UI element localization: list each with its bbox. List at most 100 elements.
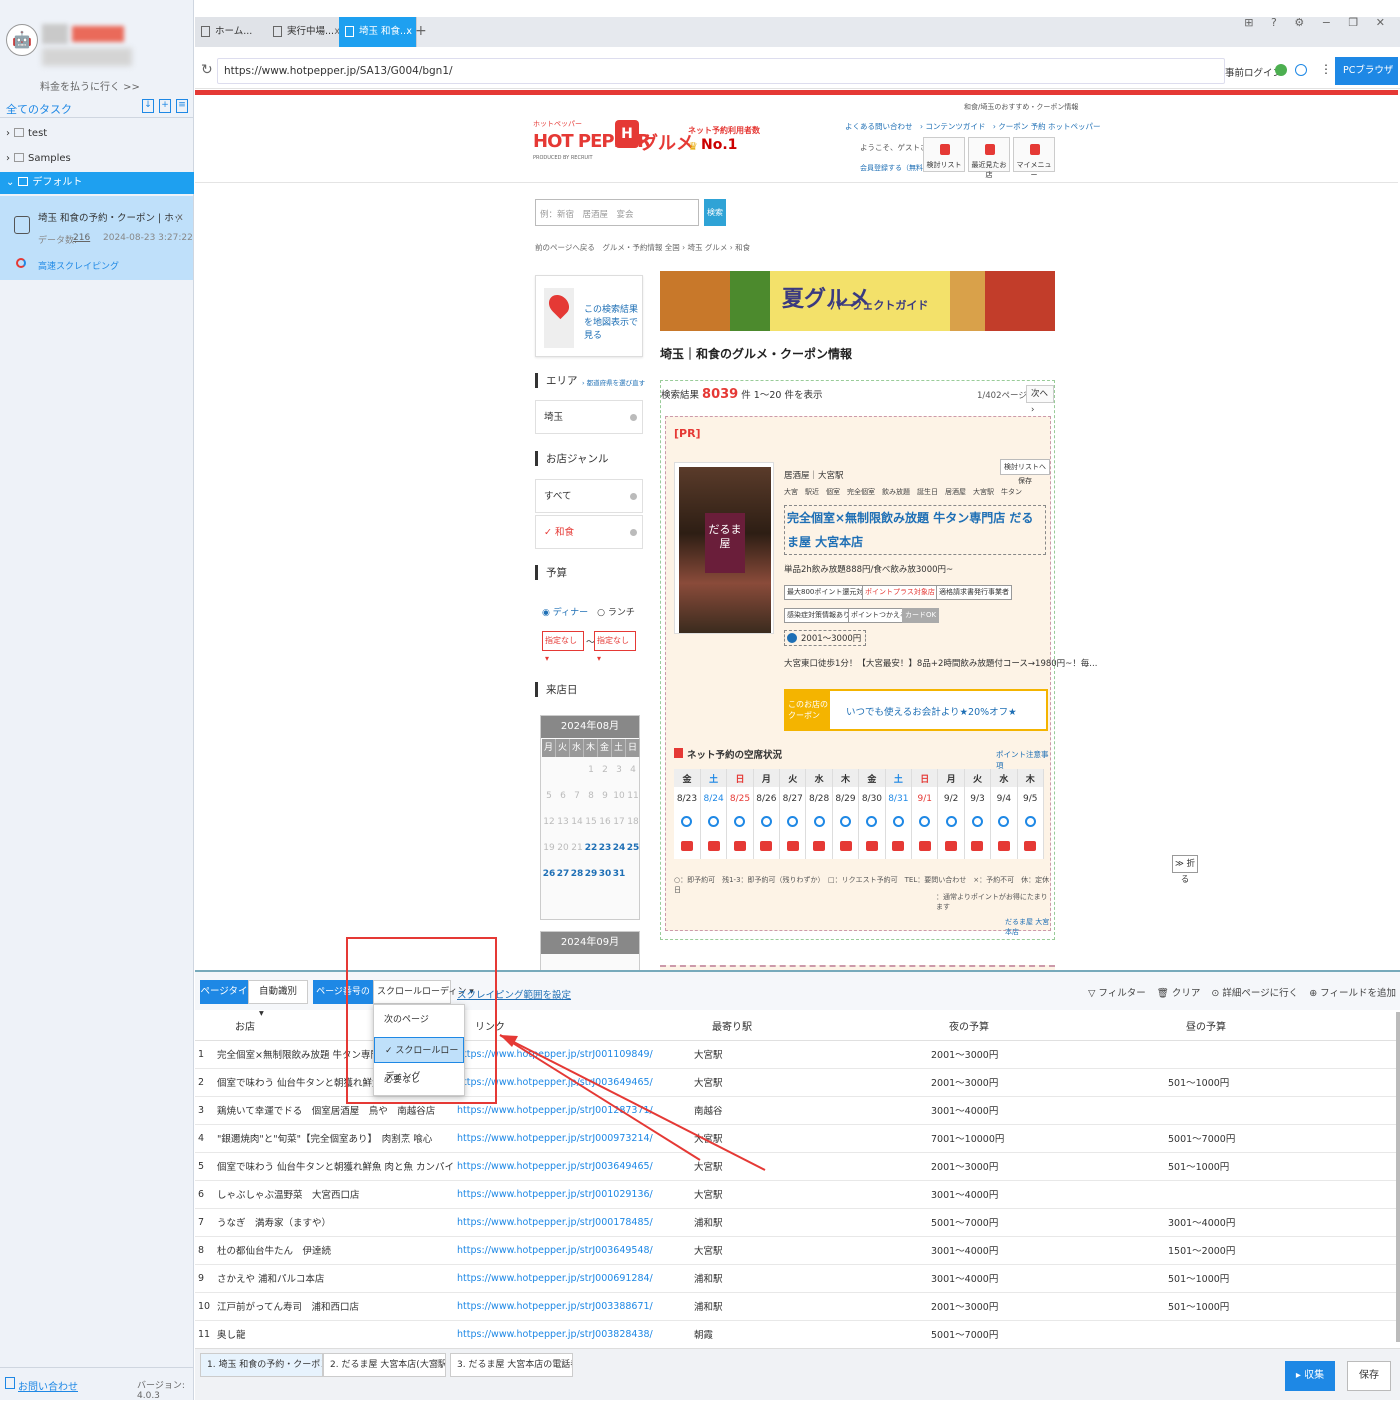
table-cell[interactable]: 浦和駅 — [690, 1208, 927, 1237]
availability-cell[interactable] — [753, 811, 781, 835]
table-cell[interactable]: https://www.hotpepper.jp/strJ000973214/ — [453, 1124, 690, 1153]
new-tab-button[interactable]: + — [415, 23, 427, 39]
availability-cell[interactable] — [1017, 811, 1045, 835]
close-icon[interactable]: x — [177, 212, 183, 223]
point-note-link[interactable]: ポイント注意事項 — [996, 749, 1050, 771]
availability-table[interactable]: 金土日月火水木金土日月火水木 8/23 8/24 8/25 8/26 8/27 8/28 8… — [674, 769, 1045, 859]
table-cell[interactable]: 南越谷 — [690, 1096, 927, 1125]
calendar-day[interactable]: 30 — [598, 861, 612, 887]
table-cell[interactable]: 3001～4000円 — [927, 1264, 1164, 1293]
table-cell[interactable]: 大宮駅 — [690, 1040, 927, 1069]
calendar-day[interactable]: 9 — [598, 783, 612, 809]
fold-button[interactable]: ≫ 折る — [1172, 855, 1198, 885]
tab-home[interactable]: ホーム... — [195, 17, 273, 47]
calendar-day[interactable]: 2 — [598, 757, 612, 783]
table-cell[interactable]: 個室で味わう 仙台牛タンと朝獲れ鮮魚 肉と魚 カンパイ酒場大宮東口店 — [213, 1152, 453, 1181]
calendar-day[interactable]: 10 — [612, 783, 626, 809]
calendar-day[interactable]: 23 — [598, 835, 612, 861]
table-cell[interactable]: 大宮駅 — [690, 1152, 927, 1181]
reload-icon[interactable]: ↻ — [201, 62, 213, 78]
pr-shop-card[interactable]: [PR] だるま屋 居酒屋｜大宮駅 検討リストへ保存 大宮 駅近 個室 完全個室… — [665, 416, 1097, 936]
grid-column-header[interactable]: 夜の予算 — [927, 1012, 1164, 1041]
area-saitama[interactable]: 埼玉 — [535, 400, 643, 434]
calendar-day[interactable]: 16 — [598, 809, 612, 835]
calendar-day[interactable]: 15 — [584, 809, 598, 835]
pay-link[interactable]: 料金を払うに行く >> — [40, 78, 160, 93]
genre-all[interactable]: すべて — [535, 479, 643, 513]
table-cell[interactable] — [1164, 1096, 1400, 1125]
go-detail-button[interactable]: ⊙ 詳細ページに行く — [1211, 988, 1298, 999]
table-row[interactable]: 9 さかえや 浦和パルコ本店 https://www.hotpepper.jp/st… — [195, 1264, 1400, 1293]
table-cell[interactable]: 3001～4000円 — [927, 1096, 1164, 1125]
data-tab-3[interactable]: 3. だるま屋 大宮本店の電話番号|...ⓧ — [450, 1353, 573, 1377]
availability-cell[interactable] — [700, 811, 728, 835]
calendar-day[interactable]: 6 — [556, 783, 570, 809]
map-view-box[interactable]: この検索結果を地図表示で見る — [535, 275, 643, 357]
table-cell[interactable] — [1164, 1320, 1400, 1349]
remove-icon[interactable] — [630, 493, 637, 500]
table-row[interactable]: 5個室で味わう 仙台牛タンと朝獲れ鮮魚 肉と魚 カンパイ酒場大宮東口店https… — [195, 1152, 1400, 1181]
recent-shops-button[interactable]: 最近見たお店 — [968, 137, 1010, 179]
table-cell[interactable]: 3001～4000円 — [1164, 1208, 1400, 1237]
grid-scrollbar[interactable] — [1396, 1012, 1400, 1342]
table-cell[interactable]: 501～1000円 — [1164, 1264, 1400, 1293]
calendar-day[interactable]: 21 — [570, 835, 584, 861]
availability-cell[interactable] — [832, 811, 860, 835]
tab-running[interactable]: 実行中場... x — [267, 17, 345, 47]
register-link[interactable]: 会員登録する（無料） — [860, 163, 930, 173]
map-view-link[interactable]: この検索結果を地図表示で見る — [584, 304, 640, 343]
close-icon[interactable]: x — [406, 17, 412, 47]
calendar-day[interactable]: 13 — [556, 809, 570, 835]
calendar-day[interactable]: 3 — [612, 757, 626, 783]
data-count[interactable]: 216 — [73, 233, 90, 243]
scrape-mode[interactable]: 高速スクレイピング — [38, 259, 119, 272]
add-field-button[interactable]: ⊕ フィールドを追加 — [1309, 988, 1396, 999]
table-cell[interactable]: 7001～10000円 — [927, 1124, 1164, 1153]
all-tasks-link[interactable]: 全てのタスク — [6, 101, 72, 117]
table-cell[interactable]: 2001～3000円 — [927, 1152, 1164, 1181]
availability-cell[interactable] — [964, 811, 992, 835]
table-cell[interactable]: https://www.hotpepper.jp/strJ000691284/ — [453, 1264, 690, 1293]
table-cell[interactable]: https://www.hotpepper.jp/strJ003828438/ — [453, 1320, 690, 1349]
table-cell[interactable]: 501～1000円 — [1164, 1292, 1400, 1321]
close-icon[interactable]: ⓧ — [432, 1354, 441, 1376]
dinner-radio[interactable]: ◉ ディナー — [542, 608, 588, 618]
calendar-day[interactable]: 29 — [584, 861, 598, 887]
table-cell[interactable]: 501～1000円 — [1164, 1152, 1400, 1181]
page-type-select[interactable]: 自動識別 ▾ — [248, 980, 308, 1019]
table-row[interactable]: 8 杜の都仙台牛たん 伊達続 https://www.hotpepper.jp/st… — [195, 1236, 1400, 1265]
calendar-day[interactable]: 26 — [542, 861, 556, 887]
shop-name-link[interactable]: 完全個室×無制限飲み放題 牛タン専門店 だるま屋 大宮本店 — [784, 505, 1046, 555]
calendar-day[interactable]: 22 — [584, 835, 598, 861]
collect-button[interactable]: ▸ 収集 — [1285, 1361, 1335, 1391]
tree-item-test[interactable]: › test — [0, 123, 194, 145]
breadcrumb[interactable]: 前のページへ戻る グルメ・予約情報 全国 › 埼玉 グルメ › 和食 — [535, 242, 750, 253]
table-cell[interactable]: 1501～2000円 — [1164, 1236, 1400, 1265]
budget-radio[interactable]: ◉ ディナー ○ ランチ — [542, 605, 635, 618]
task-card[interactable]: 埼玉 和食の予約・クーポン | ホットペッパー x データ数: 216 2024… — [0, 196, 193, 280]
table-cell[interactable]: 2001～3000円 — [927, 1068, 1164, 1097]
availability-cell[interactable] — [805, 811, 833, 835]
export-icon[interactable]: ≡ — [176, 99, 188, 113]
table-row[interactable]: 10 江戸前がってん寿司 浦和西口店 https://www.hotpepper.j… — [195, 1292, 1400, 1321]
table-cell[interactable]: 奥し龍 — [213, 1320, 453, 1349]
calendar-day[interactable]: 19 — [542, 835, 556, 861]
save-to-list-button[interactable]: 検討リストへ保存 — [1000, 459, 1050, 485]
extension-icon[interactable] — [1275, 64, 1287, 76]
calendar-august[interactable]: 2024年08月 月火水木金土日 1 2 3 4 5 6 7 8 9 10 11 12 13 14 15 16 1… — [540, 715, 640, 920]
table-cell[interactable]: https://www.hotpepper.jp/strJ003388671/ — [453, 1292, 690, 1321]
budget-max-select[interactable]: 指定なし ▾ — [594, 631, 636, 663]
table-row[interactable]: 11 奥し龍 https://www.hotpepper.jp/strJ003828… — [195, 1320, 1400, 1349]
my-menu-button[interactable]: マイメニュー — [1013, 137, 1055, 179]
table-cell[interactable]: うなぎ 満寿家（ますや） — [213, 1208, 453, 1237]
tree-item-samples[interactable]: › Samples — [0, 148, 194, 170]
table-cell[interactable]: 浦和駅 — [690, 1264, 927, 1293]
table-row[interactable]: 7 うなぎ 満寿家（ますや） https://www.hotpepper.jp/st… — [195, 1208, 1400, 1237]
tree-item-default[interactable]: ⌄ デフォルト — [0, 172, 194, 194]
lunch-radio[interactable]: ○ ランチ — [597, 608, 635, 618]
table-cell[interactable]: しゃぶしゃぶ温野菜 大宮西口店 — [213, 1180, 453, 1209]
grid-column-header[interactable]: 最寄り駅 — [690, 1012, 927, 1041]
calendar-day[interactable]: 4 — [626, 757, 640, 783]
contact-link[interactable]: お問い合わせ — [18, 1378, 78, 1393]
table-cell[interactable]: 2001～3000円 — [927, 1292, 1164, 1321]
